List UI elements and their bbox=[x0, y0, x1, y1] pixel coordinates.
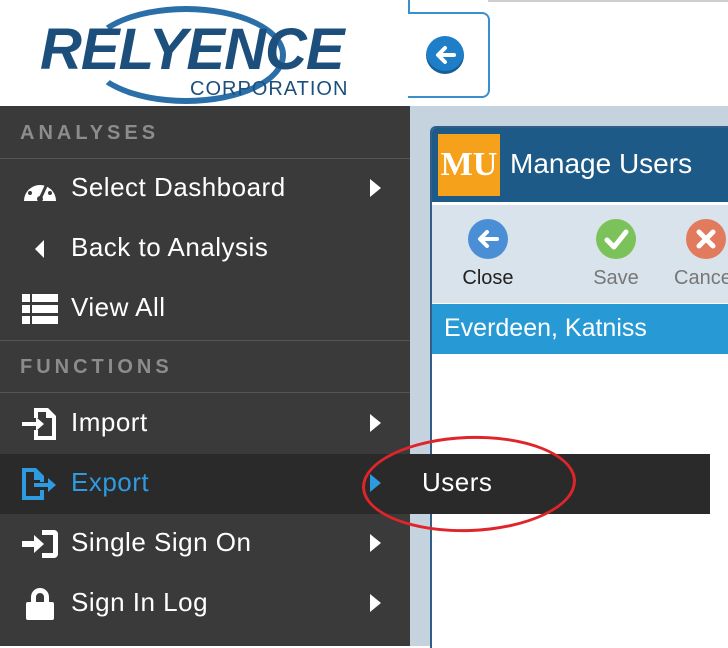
chevron-right-icon bbox=[370, 414, 381, 432]
dashboard-gauge-icon bbox=[22, 173, 58, 205]
chevron-right-icon bbox=[370, 179, 381, 197]
import-icon bbox=[22, 408, 58, 440]
sidebar-menu: ANALYSES Select Dashboard Back to Analys… bbox=[0, 106, 410, 646]
menu-item-single-sign-on[interactable]: Single Sign On bbox=[0, 514, 410, 574]
window-title: Manage Users bbox=[510, 148, 693, 179]
collapse-arrow-icon[interactable] bbox=[426, 36, 464, 74]
section-label-functions: FUNCTIONS bbox=[20, 356, 173, 378]
collapse-menu-tab[interactable] bbox=[408, 12, 490, 98]
menu-label: View All bbox=[71, 292, 166, 322]
menu-label: Import bbox=[71, 407, 148, 437]
close-label: Close bbox=[462, 267, 514, 289]
chevron-right-icon bbox=[370, 594, 381, 612]
logo-area: RELYENCE CORPORATION bbox=[0, 0, 410, 106]
menu-label: Sign In Log bbox=[71, 587, 209, 617]
menu-item-select-dashboard[interactable]: Select Dashboard bbox=[0, 159, 410, 219]
close-button[interactable]: Close bbox=[438, 219, 538, 299]
back-arrow-icon bbox=[468, 219, 508, 259]
divider bbox=[0, 340, 410, 341]
top-border bbox=[488, 0, 728, 2]
save-button[interactable]: Save bbox=[566, 219, 666, 299]
menu-item-view-all[interactable]: View All bbox=[0, 279, 410, 339]
window-header: MU Manage Users bbox=[432, 128, 728, 202]
manage-users-window: MU Manage Users Close Save Cance Everdee… bbox=[430, 126, 728, 648]
menu-item-back-to-analysis[interactable]: Back to Analysis bbox=[0, 219, 410, 279]
divider bbox=[0, 392, 410, 393]
cancel-button[interactable]: Cance bbox=[656, 219, 728, 299]
cancel-x-icon bbox=[686, 219, 726, 259]
menu-item-sign-in-log[interactable]: Sign In Log bbox=[0, 574, 410, 634]
menu-item-import[interactable]: Import bbox=[0, 394, 410, 454]
cancel-label: Cance bbox=[674, 267, 728, 289]
menu-label: Export bbox=[71, 467, 150, 497]
lock-icon bbox=[22, 588, 58, 620]
back-arrow-icon bbox=[22, 233, 58, 265]
user-name: Everdeen, Katniss bbox=[444, 314, 647, 342]
menu-label: Select Dashboard bbox=[71, 172, 286, 202]
chevron-right-icon bbox=[370, 534, 381, 552]
checkmark-icon bbox=[596, 219, 636, 259]
menu-item-export[interactable]: Export bbox=[0, 454, 410, 514]
save-label: Save bbox=[593, 267, 639, 289]
export-icon bbox=[22, 468, 58, 500]
toolbar: Close Save Cance bbox=[432, 204, 728, 303]
list-view-icon bbox=[22, 293, 58, 325]
logo-subtitle: CORPORATION bbox=[190, 78, 349, 100]
app-badge: MU bbox=[438, 134, 500, 196]
logo-brand: RELYENCE bbox=[40, 17, 345, 82]
sign-on-icon bbox=[22, 528, 58, 560]
section-label-analyses: ANALYSES bbox=[20, 122, 160, 144]
menu-label: Single Sign On bbox=[71, 527, 252, 557]
list-item[interactable]: Everdeen, Katniss bbox=[432, 304, 728, 354]
menu-label: Back to Analysis bbox=[71, 232, 269, 262]
